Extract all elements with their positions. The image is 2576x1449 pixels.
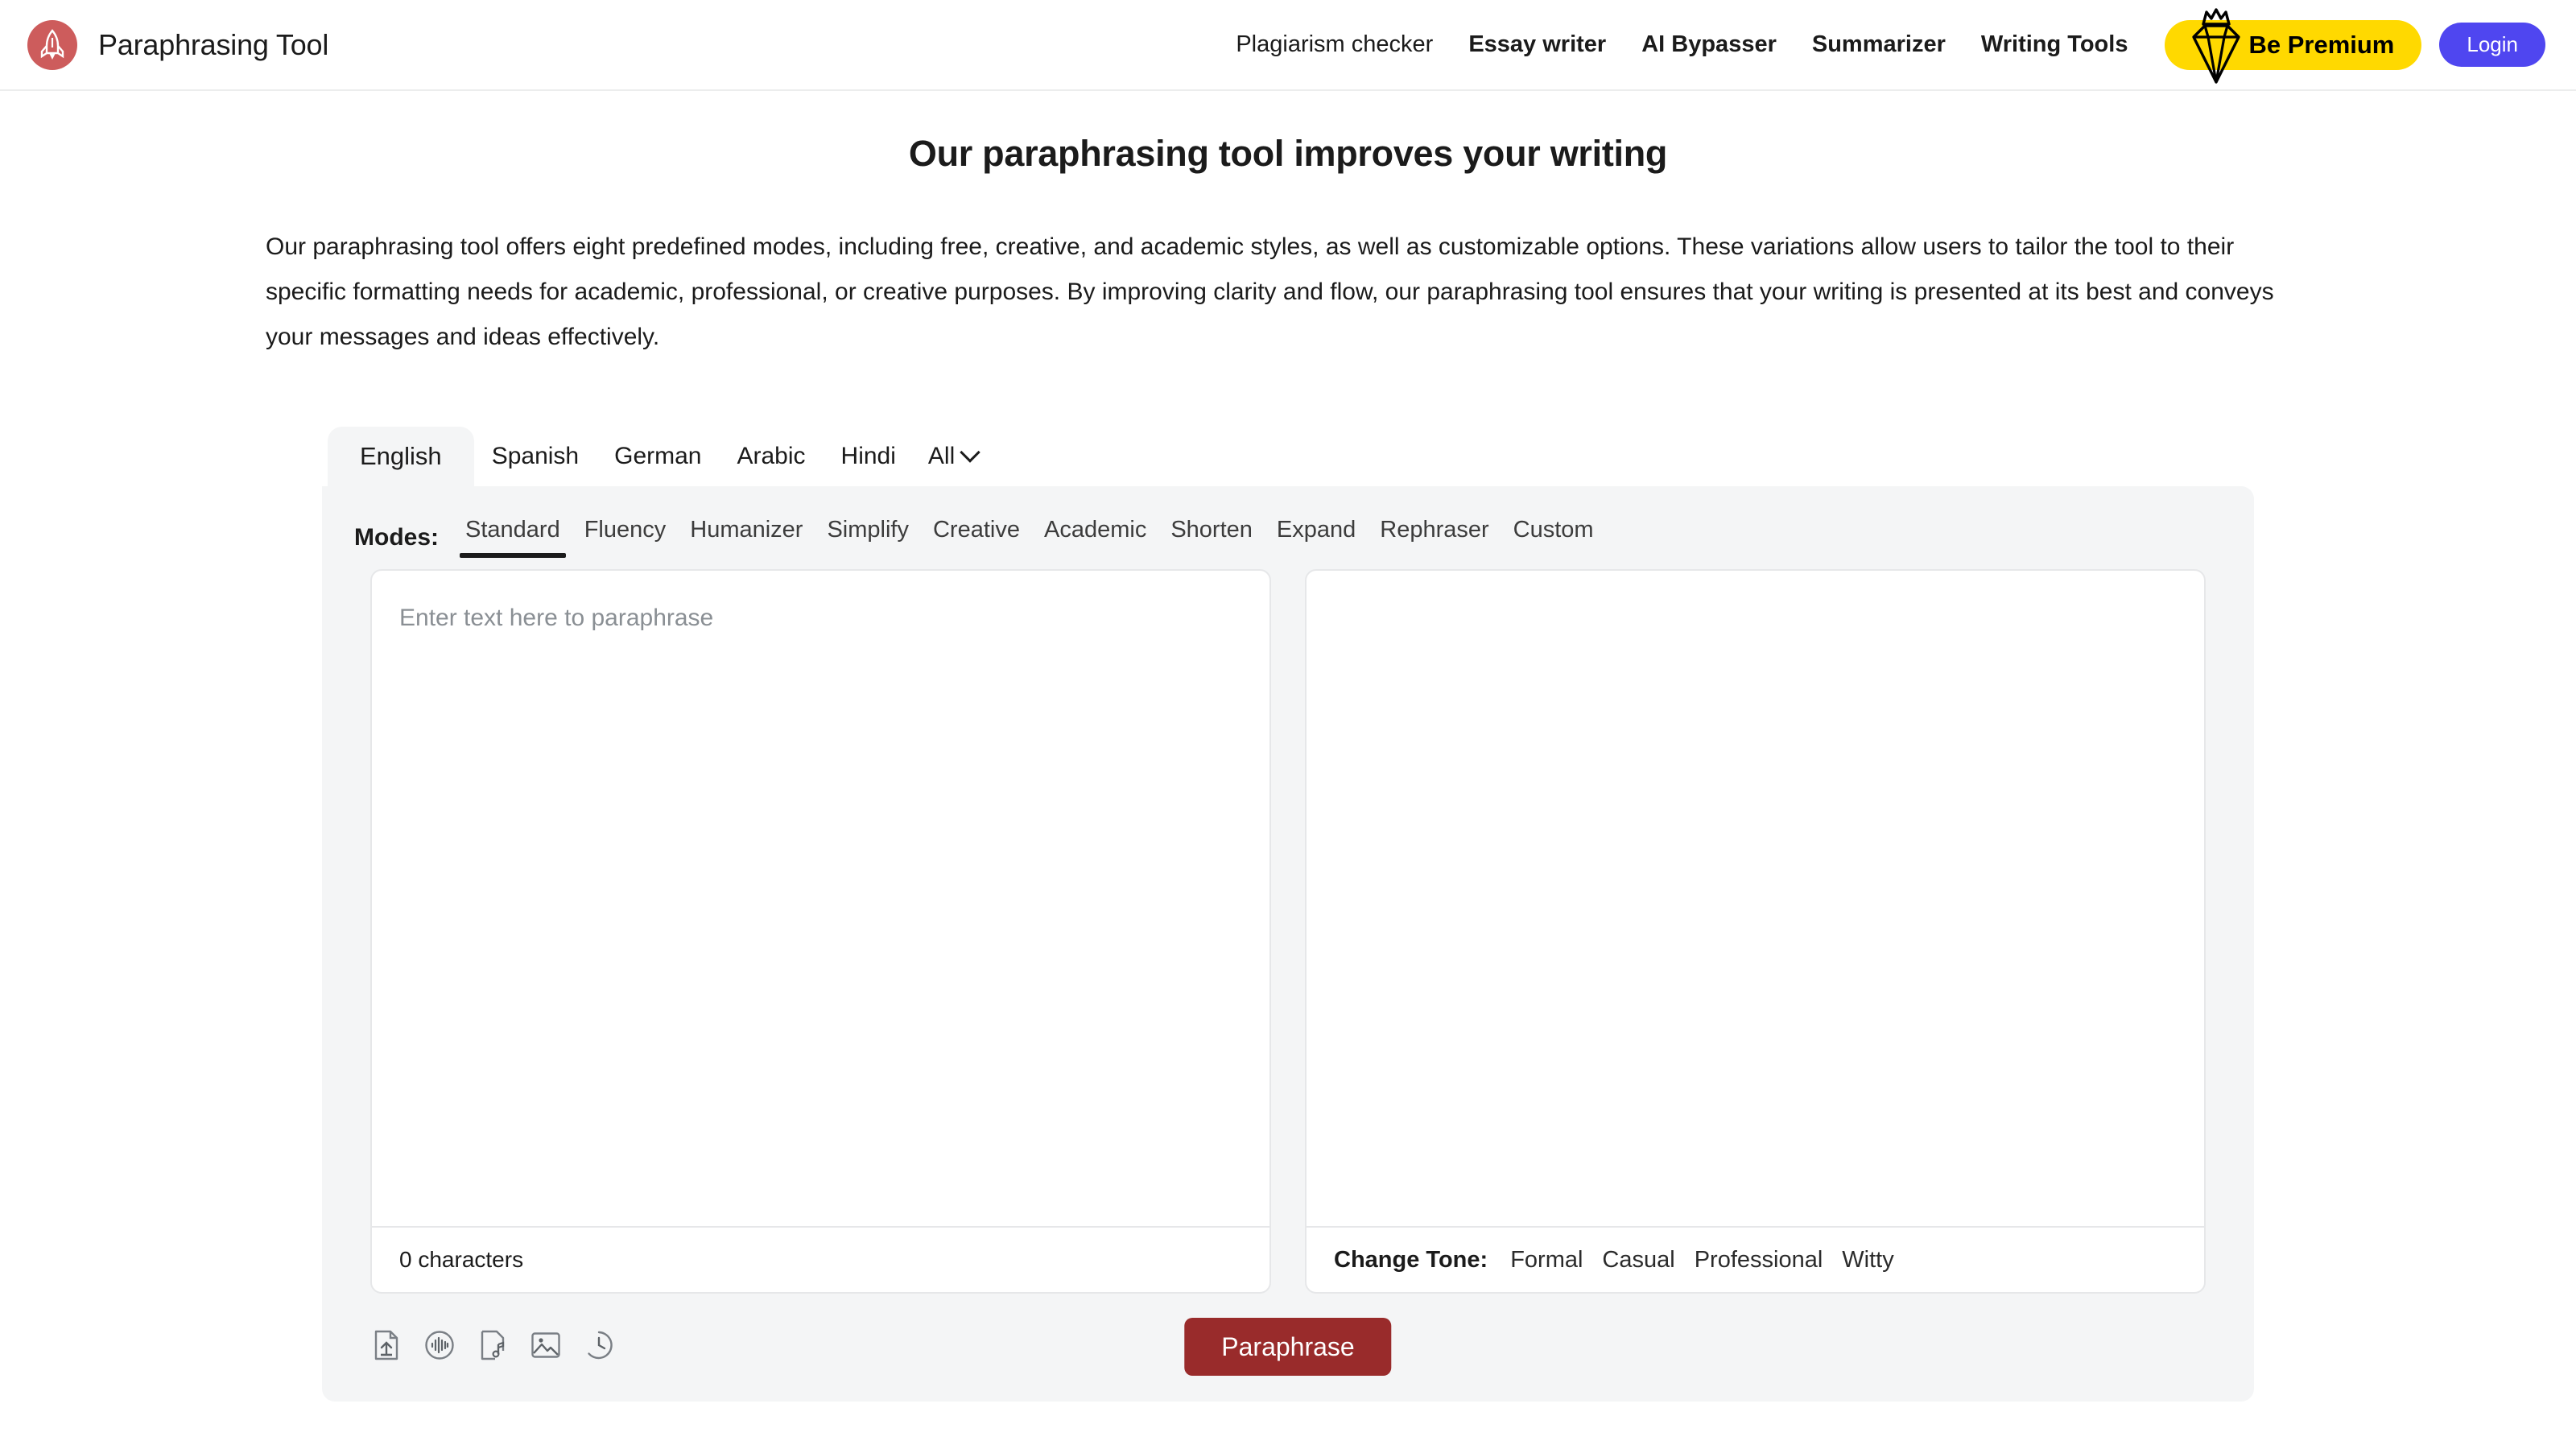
tool-panel: Modes: Standard Fluency Humanizer Simpli… [322,486,2254,1402]
change-tone-label: Change Tone: [1334,1246,1488,1273]
nav-link-writing-tools[interactable]: Writing Tools [1963,31,2146,58]
language-tab-arabic[interactable]: Arabic [719,427,823,486]
page-title: Our paraphrasing tool improves your writ… [908,133,1668,174]
editor-row: Enter text here to paraphrase 0 characte… [322,558,2254,1294]
language-tab-english[interactable]: English [328,427,474,487]
language-tab-hindi[interactable]: Hindi [824,427,914,486]
nav-link-summarizer[interactable]: Summarizer [1794,31,1963,58]
upload-document-icon[interactable] [370,1329,402,1361]
site-header: Paraphrasing Tool Plagiarism checker Ess… [0,0,2576,91]
be-premium-button[interactable]: Be Premium [2165,19,2422,70]
mode-academic[interactable]: Academic [1032,517,1158,558]
language-tab-german[interactable]: German [597,427,719,486]
language-tab-all-label: All [927,443,956,470]
main-nav: Plagiarism checker Essay writer AI Bypas… [1218,7,2545,84]
nav-link-essay-writer[interactable]: Essay writer [1451,31,1624,58]
input-footer: 0 characters [372,1226,1269,1292]
modes-label: Modes: [354,523,439,551]
input-placeholder: Enter text here to paraphrase [399,605,714,632]
mode-creative[interactable]: Creative [921,517,1032,558]
paraphrase-tool: English Spanish German Arabic Hindi All … [322,427,2254,1402]
rocket-icon [27,19,77,70]
mode-rephraser[interactable]: Rephraser [1368,517,1501,558]
output-footer: Change Tone: Formal Casual Professional … [1307,1226,2204,1292]
output-panel: Change Tone: Formal Casual Professional … [1305,569,2206,1294]
audio-file-icon[interactable] [477,1329,509,1361]
tone-professional[interactable]: Professional [1685,1247,1833,1274]
nav-link-ai-bypasser[interactable]: AI Bypasser [1624,31,1794,58]
tone-casual[interactable]: Casual [1592,1247,1684,1274]
modes-row: Modes: Standard Fluency Humanizer Simpli… [322,486,2254,559]
language-tab-spanish[interactable]: Spanish [474,427,597,486]
input-panel: Enter text here to paraphrase 0 characte… [370,569,1271,1294]
be-premium-wrap: Be Premium [2165,7,2422,84]
character-count: 0 characters [399,1247,524,1273]
brand[interactable]: Paraphrasing Tool [27,19,329,70]
mode-standard[interactable]: Standard [453,517,572,559]
brand-name: Paraphrasing Tool [98,27,329,61]
output-textarea[interactable] [1307,571,2204,1226]
image-upload-icon[interactable] [530,1329,562,1361]
chevron-down-icon [960,442,980,464]
mode-shorten[interactable]: Shorten [1158,517,1265,558]
nav-link-plagiarism-checker[interactable]: Plagiarism checker [1218,31,1451,58]
tone-witty[interactable]: Witty [1832,1247,1903,1274]
mode-simplify[interactable]: Simplify [815,517,921,558]
language-tab-all[interactable]: All [914,427,995,486]
language-tabs: English Spanish German Arabic Hindi All [322,427,2254,487]
voice-waveform-icon[interactable] [423,1329,456,1361]
mode-humanizer[interactable]: Humanizer [678,517,815,558]
mode-expand[interactable]: Expand [1265,517,1368,558]
tone-formal[interactable]: Formal [1501,1247,1592,1274]
hero-section: Our paraphrasing tool improves your writ… [0,91,2576,360]
tool-icon-row [370,1329,615,1361]
input-textarea[interactable]: Enter text here to paraphrase [372,571,1269,1226]
tool-bottom-bar: Paraphrase [322,1294,2254,1377]
mode-custom[interactable]: Custom [1501,517,1606,558]
paraphrase-button[interactable]: Paraphrase [1184,1318,1392,1377]
login-button[interactable]: Login [2439,23,2545,67]
hero-paragraph: Our paraphrasing tool offers eight prede… [266,233,2274,351]
history-clock-icon[interactable] [583,1329,615,1361]
mode-fluency[interactable]: Fluency [572,517,679,558]
